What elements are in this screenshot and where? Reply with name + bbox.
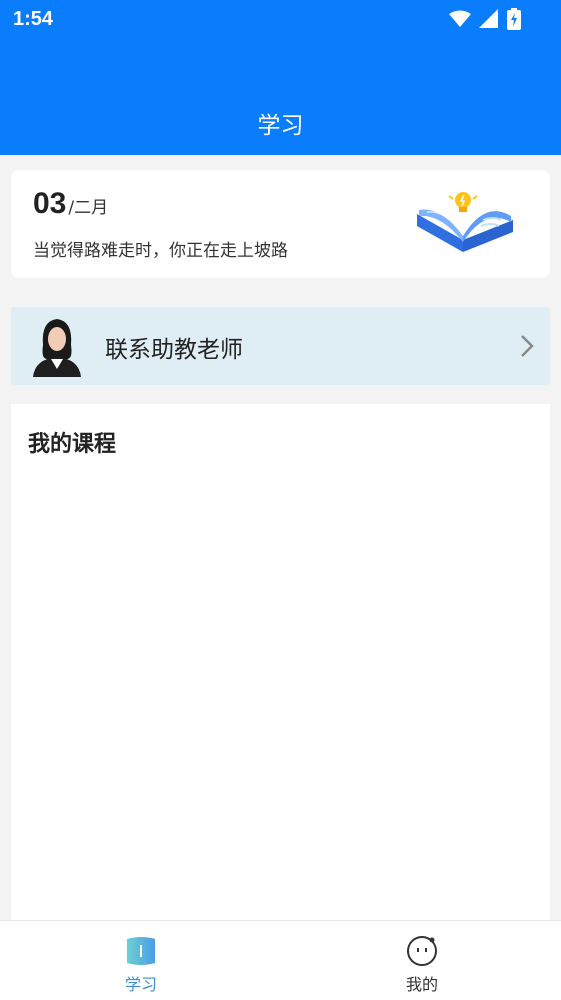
open-book-lightbulb-illustration	[417, 192, 513, 252]
app-header: 1:54 学习	[0, 0, 561, 155]
my-courses-section: 我的课程	[11, 404, 550, 924]
wifi-icon	[449, 10, 471, 27]
section-title: 我的课程	[28, 432, 117, 457]
status-icons	[449, 8, 521, 30]
tab-study[interactable]: 学习	[81, 921, 201, 1000]
tab-mine-label: 我的	[405, 975, 438, 994]
tab-study-label: 学习	[124, 975, 157, 994]
contact-assistant-teacher[interactable]: 联系助教老师	[11, 307, 550, 385]
date-display: 03 /二月	[33, 188, 108, 220]
teacher-avatar	[33, 315, 81, 377]
page-title: 学习	[257, 113, 304, 139]
contact-label: 联系助教老师	[105, 337, 243, 363]
status-time: 1:54	[13, 8, 54, 30]
daily-quote: 当觉得路难走时，你正在走上坡路	[33, 241, 288, 261]
bottom-navigation: 学习 我的	[0, 920, 561, 1000]
signal-icon	[479, 9, 498, 28]
battery-charging-icon	[507, 8, 521, 30]
tab-mine[interactable]: 我的	[362, 921, 482, 1000]
daily-quote-card: 03 /二月 当觉得路难走时，你正在走上坡路	[11, 170, 550, 278]
study-tab-icon	[127, 937, 155, 965]
date-month: /二月	[68, 198, 109, 218]
date-day: 03	[33, 187, 67, 220]
chevron-right-icon	[521, 335, 534, 357]
smiley-face-icon	[407, 936, 437, 966]
